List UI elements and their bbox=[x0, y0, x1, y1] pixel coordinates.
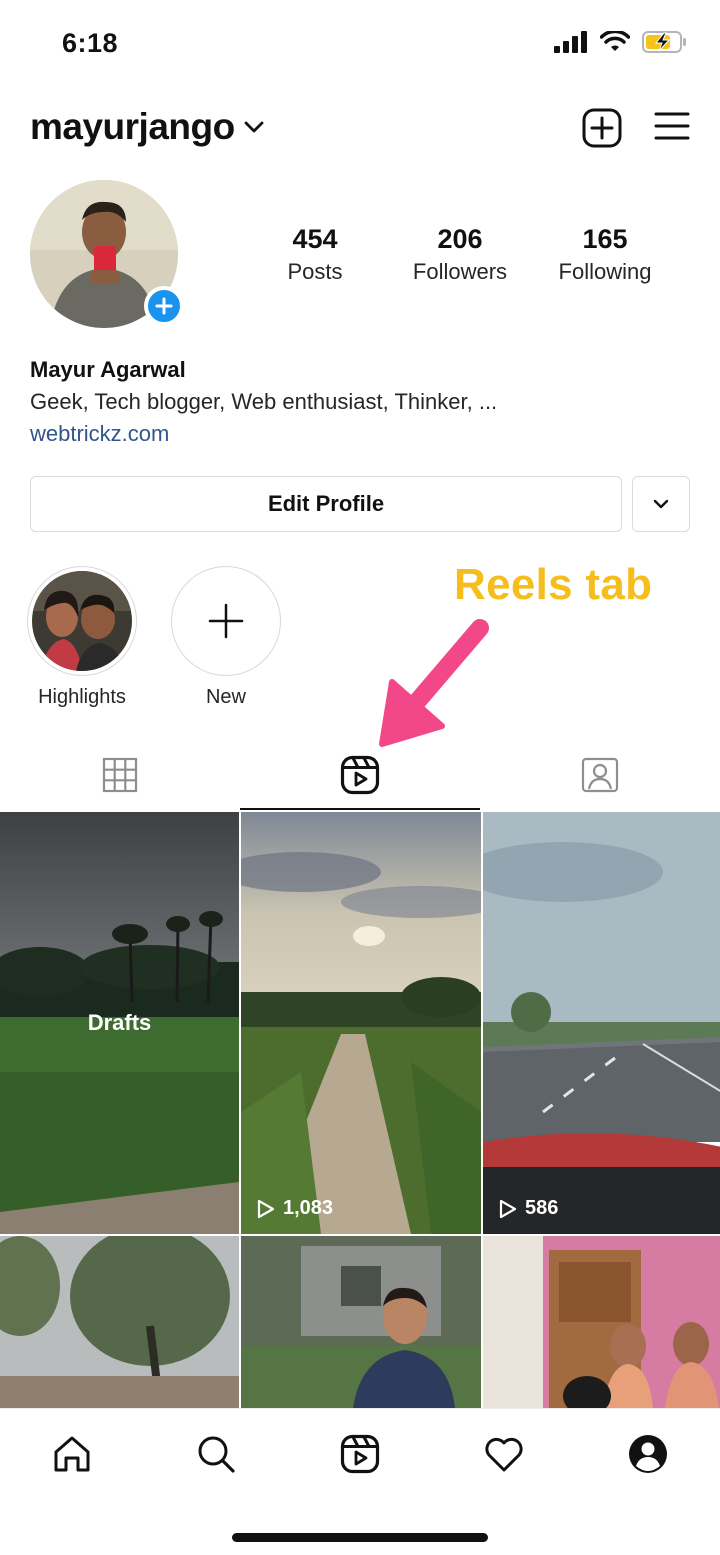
stat-followers[interactable]: 206 Followers bbox=[395, 224, 525, 285]
nav-reels[interactable] bbox=[330, 1429, 390, 1479]
reel-tile[interactable] bbox=[241, 1236, 481, 1408]
menu-icon[interactable] bbox=[654, 108, 690, 144]
highlight-cover bbox=[32, 571, 132, 671]
play-icon bbox=[257, 1199, 275, 1218]
profile-tabs bbox=[0, 740, 720, 810]
profile-avatar-container[interactable] bbox=[30, 180, 184, 330]
wifi-icon bbox=[600, 31, 630, 51]
tab-reels[interactable] bbox=[240, 740, 480, 810]
chevron-down-icon bbox=[244, 121, 264, 133]
new-highlight-button[interactable]: New bbox=[170, 566, 282, 709]
bottom-nav bbox=[0, 1408, 720, 1555]
account-switcher[interactable]: mayurjango bbox=[30, 106, 265, 148]
profile-actions: Edit Profile bbox=[30, 476, 690, 532]
highlight-label: Highlights bbox=[38, 686, 126, 708]
reel-thumbnail bbox=[241, 1236, 481, 1408]
stat-label: Following bbox=[558, 259, 652, 284]
profile-stats: 454 Posts 206 Followers 165 Following bbox=[250, 224, 670, 285]
reel-thumbnail bbox=[241, 812, 481, 1234]
view-count-value: 586 bbox=[525, 1197, 559, 1219]
view-count-value: 1,083 bbox=[283, 1197, 334, 1219]
reel-thumbnail bbox=[483, 812, 720, 1234]
heart-icon bbox=[485, 1437, 523, 1472]
reel-tile[interactable]: 586 bbox=[483, 812, 720, 1234]
nav-activity[interactable] bbox=[474, 1429, 534, 1479]
stat-value: 454 bbox=[292, 224, 338, 254]
reel-thumbnail bbox=[0, 1236, 239, 1408]
username: mayurjango bbox=[30, 106, 235, 147]
signal-icon bbox=[554, 31, 587, 53]
stat-posts[interactable]: 454 Posts bbox=[250, 224, 380, 285]
view-count: 586 bbox=[499, 1197, 558, 1220]
reel-tile[interactable] bbox=[0, 1236, 239, 1408]
plus-icon bbox=[208, 603, 244, 639]
nav-search[interactable] bbox=[186, 1429, 246, 1479]
nav-home[interactable] bbox=[42, 1429, 102, 1479]
new-post-icon[interactable] bbox=[582, 108, 622, 148]
plus-icon bbox=[155, 297, 173, 315]
grid-icon bbox=[102, 757, 138, 793]
highlight-ring bbox=[27, 566, 137, 676]
profile-header: mayurjango bbox=[0, 100, 720, 160]
drafts-label: Drafts bbox=[87, 1010, 152, 1035]
stat-following[interactable]: 165 Following bbox=[540, 224, 670, 285]
stat-label: Followers bbox=[412, 259, 508, 284]
story-highlights: Highlights New bbox=[26, 566, 282, 709]
status-icons bbox=[554, 30, 688, 54]
status-bar: 6:18 bbox=[0, 0, 720, 90]
status-time: 6:18 bbox=[62, 28, 119, 58]
stat-label: Posts bbox=[287, 259, 343, 284]
nav-profile[interactable] bbox=[618, 1429, 678, 1479]
bottom-nav-items bbox=[0, 1429, 720, 1479]
view-count: 1,083 bbox=[257, 1197, 333, 1220]
home-indicator bbox=[232, 1533, 488, 1542]
profile-bio: Mayur Agarwal Geek, Tech blogger, Web en… bbox=[30, 354, 690, 450]
battery-charging-icon bbox=[642, 31, 686, 53]
annotation-arrow-icon bbox=[379, 619, 489, 747]
stat-value: 165 bbox=[582, 224, 628, 254]
edit-profile-button[interactable]: Edit Profile bbox=[30, 476, 622, 532]
reel-tile[interactable]: 1,083 bbox=[241, 812, 481, 1234]
bio-text: Geek, Tech blogger, Web enthusiast, Thin… bbox=[30, 389, 498, 414]
chevron-down-icon bbox=[653, 499, 669, 509]
display-name: Mayur Agarwal bbox=[30, 357, 186, 382]
reel-tile[interactable] bbox=[483, 1236, 720, 1408]
stat-value: 206 bbox=[437, 224, 483, 254]
website-link[interactable]: webtrickz.com bbox=[30, 418, 690, 450]
home-icon bbox=[54, 1436, 90, 1472]
reels-icon bbox=[340, 755, 380, 795]
annotation-label: Reels tab bbox=[454, 560, 653, 609]
play-icon bbox=[499, 1199, 517, 1218]
reel-thumbnail bbox=[483, 1236, 720, 1408]
highlight-item[interactable]: Highlights bbox=[26, 566, 138, 709]
tab-posts[interactable] bbox=[0, 740, 240, 810]
header-actions bbox=[582, 108, 690, 148]
highlight-ring bbox=[171, 566, 281, 676]
reels-icon bbox=[340, 1434, 380, 1474]
drafts-tile[interactable]: Drafts bbox=[0, 812, 239, 1234]
profile-icon bbox=[629, 1435, 667, 1473]
tagged-icon bbox=[581, 757, 619, 793]
suggestions-toggle-button[interactable] bbox=[632, 476, 690, 532]
add-story-button[interactable] bbox=[144, 286, 184, 326]
search-icon bbox=[198, 1436, 235, 1473]
highlight-label: New bbox=[205, 686, 246, 708]
reels-grid: Drafts 1,083 586 bbox=[0, 812, 720, 1408]
tab-tagged[interactable] bbox=[480, 740, 720, 810]
